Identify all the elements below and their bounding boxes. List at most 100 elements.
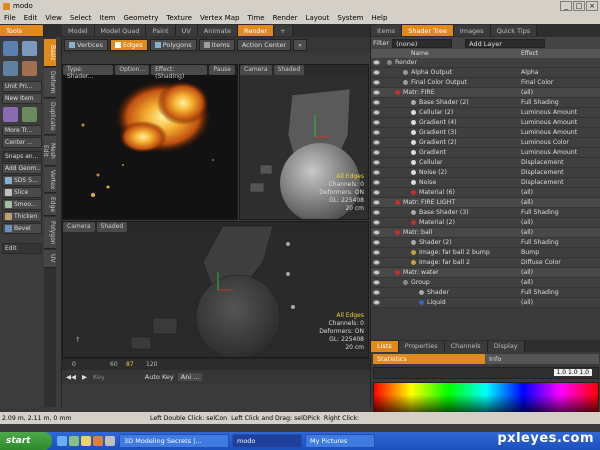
visibility-eye-icon[interactable] [373,70,380,75]
visibility-eye-icon[interactable] [373,270,380,275]
shader-row[interactable]: Material (2) (all) [371,218,600,228]
app-icon[interactable] [105,436,115,446]
folder-icon[interactable] [81,436,91,446]
play-back-icon[interactable]: ◀◀ [66,373,76,381]
visibility-eye-icon[interactable] [373,150,380,155]
shader-row[interactable]: Material (6) (all) [371,188,600,198]
tab-paint[interactable]: Paint [146,25,176,36]
smooth-button[interactable]: Smoo... [2,199,42,210]
cube-icon[interactable] [3,41,18,56]
shader-row[interactable]: Shader Full Shading [371,288,600,298]
action-center-dropdown[interactable]: Action Center [236,39,292,51]
shader-row[interactable]: Gradient Luminous Amount [371,148,600,158]
bevel-button[interactable]: Bevel [2,223,42,234]
visibility-eye-icon[interactable] [373,120,380,125]
minimize-icon[interactable]: _ [560,1,572,11]
shader-row[interactable]: Gradient (2) Luminous Color [371,138,600,148]
shader-row[interactable]: Alpha Output Alpha [371,68,600,78]
menu-texture[interactable]: Texture [162,14,196,22]
shader-row[interactable]: Final Color Output Final Color [371,78,600,88]
visibility-eye-icon[interactable] [373,100,380,105]
shader-row[interactable]: Base Shader (2) Full Shading [371,98,600,108]
shader-row[interactable]: Matr: ball (all) [371,228,600,238]
more-transforms-button[interactable]: More Tr... [2,125,42,136]
visibility-eye-icon[interactable] [373,110,380,115]
shader-row[interactable]: Image: far ball 2 bump Bump [371,248,600,258]
camera-viewport-top[interactable]: Camera Shaded All Edges Channels: 0 Defo… [239,64,369,220]
visibility-eye-icon[interactable] [373,60,380,65]
sds-button[interactable]: SDS S... [2,175,42,186]
tab-model-quad[interactable]: Model Quad [94,25,147,36]
camera-viewport-bottom[interactable]: Camera Shaded ↑ All Edges Channels: 0 De… [62,221,369,358]
shader-row[interactable]: Image: far ball 2 Diffuse Color [371,258,600,268]
timeline[interactable]: 0 60 87 120 [62,358,370,370]
shader-row[interactable]: Render [371,58,600,68]
add-geometry-button[interactable]: Add Geom... [2,163,42,174]
close-icon[interactable]: × [586,1,598,11]
shader-row[interactable]: Matr: water (all) [371,268,600,278]
tab-uv[interactable]: UV [175,25,198,36]
move-icon[interactable] [3,61,18,76]
snaps-header[interactable]: Snaps an... [2,151,42,162]
tab-properties[interactable]: Properties [398,340,445,352]
menu-vertex-map[interactable]: Vertex Map [196,14,244,22]
edit-dropdown[interactable]: Edit [2,243,42,254]
unit-primitive-button[interactable]: Unit Pri... [2,81,42,92]
menu-render[interactable]: Render [269,14,302,22]
visibility-eye-icon[interactable] [373,90,380,95]
menu-edit[interactable]: Edit [20,14,42,22]
vtab-duplicate[interactable]: Duplicate [44,99,56,135]
menu-system[interactable]: System [333,14,367,22]
visibility-eye-icon[interactable] [373,210,380,215]
scale-icon[interactable] [22,107,37,122]
new-item-button[interactable]: New Item [2,93,42,104]
tab-tools[interactable]: Tools [0,25,44,36]
transform-icon[interactable] [3,107,18,122]
tab-images[interactable]: Images [453,25,491,36]
menu-item[interactable]: Item [96,14,120,22]
animation-dropdown[interactable]: Ani ... [177,373,203,381]
shader-row[interactable]: Gradient (3) Luminous Amount [371,128,600,138]
center-button[interactable]: Center ... [2,137,42,148]
visibility-eye-icon[interactable] [373,130,380,135]
tab-items[interactable]: Items [371,25,403,36]
menu-view[interactable]: View [41,14,66,22]
visibility-eye-icon[interactable] [373,220,380,225]
filter-dropdown[interactable]: (none) [392,38,453,48]
menu-help[interactable]: Help [367,14,391,22]
visibility-eye-icon[interactable] [373,190,380,195]
vtab-basic[interactable]: Basic [44,39,56,67]
visibility-eye-icon[interactable] [373,250,380,255]
shader-row[interactable]: Gradient (4) Luminous Amount [371,118,600,128]
shader-row[interactable]: Matr: FIRE (all) [371,88,600,98]
tab-shader-tree[interactable]: Shader Tree [402,25,454,36]
render-preview-viewport[interactable]: Type: Shader... Option... Effect: (Shadi… [62,64,238,220]
ie-icon[interactable] [57,436,67,446]
shader-row[interactable]: Matr: FIRE LIGHT (all) [371,198,600,208]
vtab-deform[interactable]: Deform [44,68,56,98]
vertices-button[interactable]: Vertices [64,39,108,51]
tab-model[interactable]: Model [62,25,95,36]
rotate-icon[interactable] [22,61,37,76]
shader-row[interactable]: Base Shader (3) Full Shading [371,208,600,218]
auto-key-toggle[interactable]: Auto Key [145,373,174,381]
statistics-tab[interactable]: Statistics [373,354,485,364]
visibility-eye-icon[interactable] [373,240,380,245]
tab-lists[interactable]: Lists [371,340,399,352]
shader-row[interactable]: Cellular (2) Luminous Amount [371,108,600,118]
more-tools-icon[interactable]: » [293,39,308,51]
slider-value[interactable]: 1.0 1.0 1.0 [553,369,592,376]
start-button[interactable]: start [0,432,52,450]
visibility-eye-icon[interactable] [373,140,380,145]
visibility-eye-icon[interactable] [373,180,380,185]
value-slider[interactable]: 1.0 1.0 1.0 [373,367,599,379]
task-my-pictures[interactable]: My Pictures [305,434,375,448]
menu-geometry[interactable]: Geometry [119,14,162,22]
visibility-eye-icon[interactable] [373,260,380,265]
menu-select[interactable]: Select [66,14,96,22]
tab-quick-tips[interactable]: Quick Tips [490,25,538,36]
visibility-eye-icon[interactable] [373,280,380,285]
vtab-uv[interactable]: UV [44,250,56,268]
media-icon[interactable] [93,436,103,446]
play-icon[interactable]: ▶ [82,373,87,381]
